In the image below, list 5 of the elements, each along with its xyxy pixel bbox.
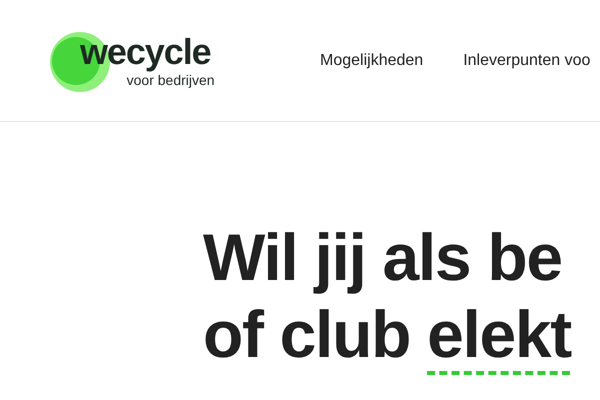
nav-link[interactable]: Mogelijkheden [320, 48, 424, 72]
headline-line: Wil jij als be [203, 219, 563, 296]
headline-line: of club elekt [203, 296, 572, 373]
logo-tagline: voor bedrijven [126, 72, 215, 88]
nav-link[interactable]: Inleverpunten voo [463, 48, 590, 72]
